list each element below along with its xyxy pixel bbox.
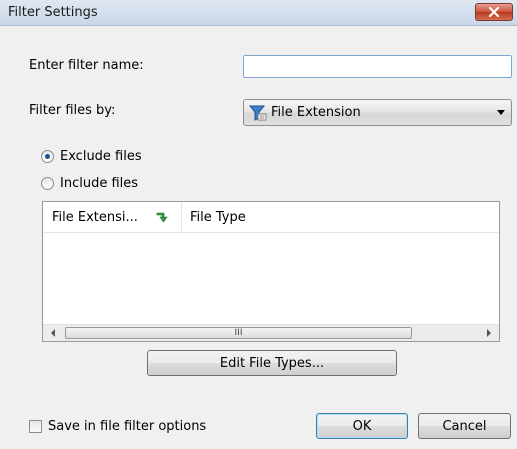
ok-label: OK — [352, 418, 372, 434]
title-bar[interactable]: Filter Settings — [0, 0, 517, 26]
close-x-icon — [489, 7, 499, 17]
scroll-left-arrow-icon[interactable] — [51, 329, 55, 337]
filter-settings-dialog: Filter Settings Enter filter name: Filte… — [0, 0, 517, 449]
window-title: Filter Settings — [8, 5, 98, 20]
exclude-files-option[interactable]: Exclude files — [41, 147, 142, 165]
file-extension-list[interactable]: File Extensi... File Type III — [42, 201, 500, 342]
save-in-filter-options[interactable]: Save in file filter options — [29, 419, 206, 434]
column-header-file-extension[interactable]: File Extensi... — [43, 202, 182, 232]
edit-file-types-label: Edit File Types... — [219, 355, 325, 371]
cancel-button[interactable]: Cancel — [418, 413, 511, 439]
filter-name-input[interactable] — [243, 55, 512, 78]
funnel-icon — [249, 105, 267, 121]
include-files-option[interactable]: Include files — [41, 174, 138, 192]
save-in-filter-options-label: Save in file filter options — [48, 419, 207, 434]
edit-file-types-button[interactable]: Edit File Types... — [147, 350, 397, 376]
column-header-file-type-label: File Type — [190, 209, 246, 225]
green-sort-arrow-icon — [156, 212, 168, 223]
include-files-label: Include files — [60, 175, 139, 191]
close-button[interactable] — [475, 3, 513, 21]
scroll-thumb[interactable]: III — [65, 327, 412, 339]
cancel-label: Cancel — [442, 418, 487, 434]
list-header: File Extensi... File Type — [43, 202, 499, 233]
filter-by-selected-value: File Extension — [271, 105, 361, 120]
filter-by-label: Filter files by: — [29, 103, 116, 118]
column-header-file-type[interactable]: File Type — [182, 202, 499, 232]
filter-name-label: Enter filter name: — [29, 58, 144, 73]
exclude-files-radio[interactable] — [41, 149, 54, 163]
filter-by-dropdown[interactable]: File Extension — [243, 99, 512, 126]
column-header-file-extension-label: File Extensi... — [52, 209, 138, 225]
save-in-filter-options-checkbox[interactable] — [29, 420, 42, 433]
scroll-grip: III — [234, 328, 243, 338]
horizontal-scrollbar[interactable]: III — [43, 324, 499, 341]
ok-button[interactable]: OK — [316, 413, 408, 439]
chevron-down-icon — [497, 110, 505, 115]
exclude-files-label: Exclude files — [60, 148, 142, 164]
include-files-radio[interactable] — [41, 176, 54, 190]
scroll-right-arrow-icon[interactable] — [487, 329, 491, 337]
